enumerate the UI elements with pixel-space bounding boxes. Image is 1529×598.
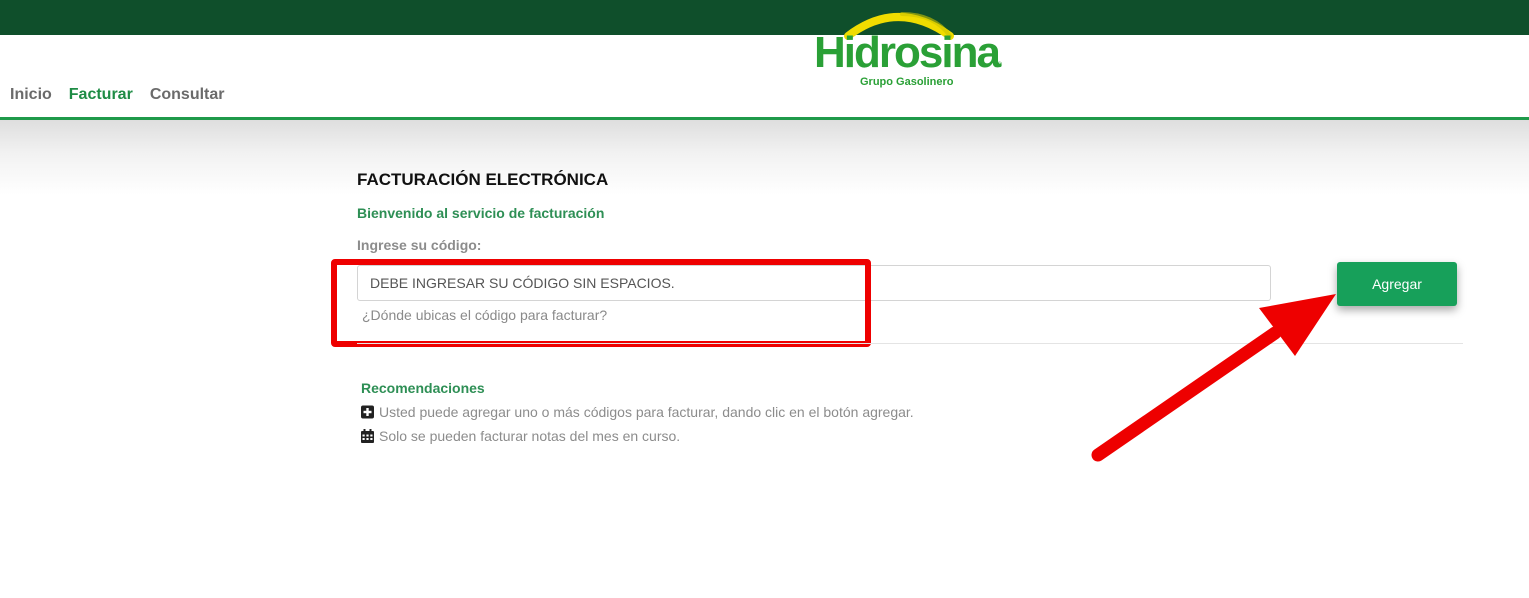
recommendation-text: Solo se pueden facturar notas del mes en… [379,428,681,444]
recommendation-item: Usted puede agregar uno o más códigos pa… [361,404,914,420]
header-shadow [0,120,1529,195]
header [0,35,1529,117]
top-strip [0,0,1529,35]
logo-wordmark: Hidrosina [814,28,1001,77]
recommendation-text: Usted puede agregar uno o más códigos pa… [379,404,914,420]
main-nav: Inicio Facturar Consultar [10,86,224,104]
plus-square-icon [361,405,374,419]
nav-consultar[interactable]: Consultar [150,86,225,104]
logo-tagline: Grupo Gasolinero [860,76,954,88]
section-divider [357,343,1463,344]
recommendation-item: Solo se pueden facturar notas del mes en… [361,428,680,444]
calendar-icon [361,429,374,443]
nav-inicio[interactable]: Inicio [10,86,52,104]
welcome-text: Bienvenido al servicio de facturación [357,205,605,221]
page-title: FACTURACIÓN ELECTRÓNICA [357,170,609,189]
code-label: Ingrese su código: [357,237,482,253]
nav-facturar[interactable]: Facturar [69,86,133,104]
hidrosina-logo[interactable]: Hidrosina ® Grupo Gasolinero [810,6,1010,90]
page: Hidrosina ® Grupo Gasolinero Inicio Fact… [0,0,1529,598]
logo-registered-mark: ® [997,62,1003,69]
add-button[interactable]: Agregar [1337,262,1457,306]
recommendations-title: Recomendaciones [361,380,485,396]
highlight-box [331,259,871,347]
